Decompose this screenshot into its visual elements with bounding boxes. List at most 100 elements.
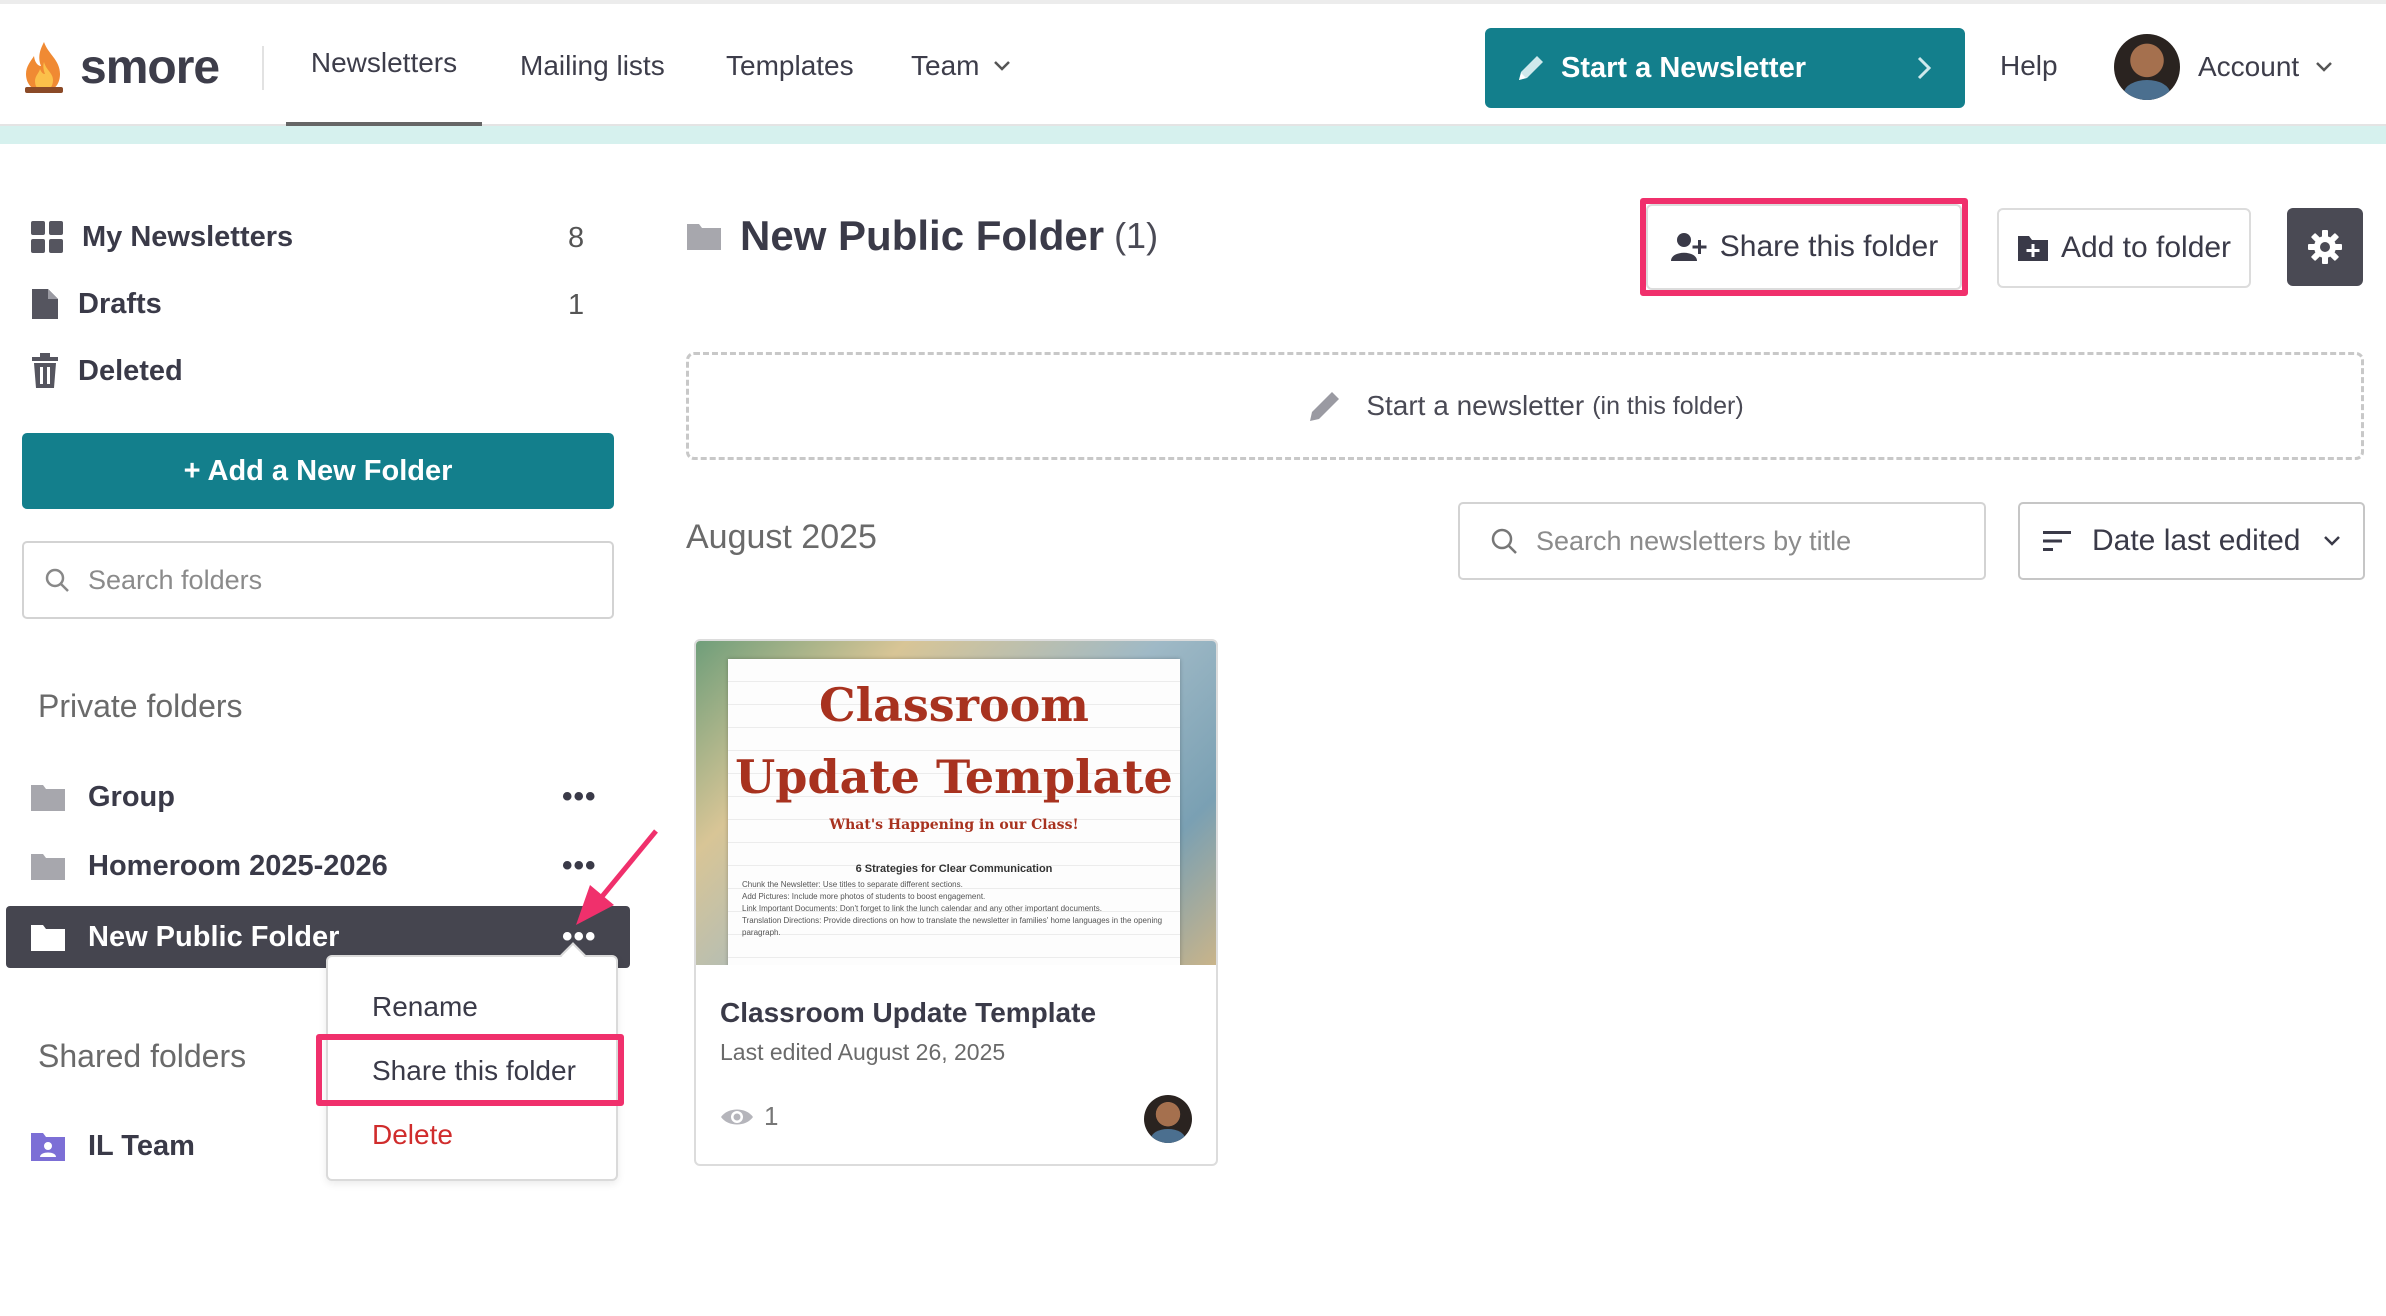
start-in-folder-label: Start a newsletter <box>1366 390 1585 421</box>
sort-dropdown[interactable]: Date last edited <box>2018 502 2365 580</box>
sidebar-item-label: My Newsletters <box>82 220 294 253</box>
newsletter-count: 8 <box>568 222 585 254</box>
sort-icon <box>2043 531 2071 551</box>
thumbnail-tagline: What's Happening in our Class! <box>829 817 1079 833</box>
add-to-folder-label: Add to folder <box>2060 231 2232 264</box>
folder-icon <box>687 224 721 250</box>
sidebar-item-label: Drafts <box>78 287 162 320</box>
sidebar-item-deleted[interactable]: Deleted <box>30 346 183 396</box>
search-newsletters-field[interactable] <box>1458 502 1986 580</box>
folder-icon <box>31 854 65 880</box>
chevron-right-icon <box>1917 56 1932 80</box>
shared-folders-heading: Shared folders <box>38 1038 247 1074</box>
card-views: 1 <box>720 1101 778 1132</box>
month-heading: August 2025 <box>686 518 877 556</box>
folder-label: Homeroom 2025-2026 <box>88 849 388 882</box>
nav-mailing-lists[interactable]: Mailing lists <box>520 4 665 128</box>
menu-item-share-folder[interactable]: Share this folder <box>372 1055 576 1087</box>
folder-label: IL Team <box>88 1129 195 1162</box>
folder-icon <box>31 785 65 811</box>
header-accent-strip <box>0 126 2386 144</box>
document-icon <box>32 289 58 319</box>
thumbnail-title-line2: Update Template <box>735 750 1173 804</box>
search-newsletters-input[interactable] <box>1536 525 1976 557</box>
folder-settings-button[interactable] <box>2287 208 2363 286</box>
nav-divider <box>262 46 264 90</box>
newsletter-thumbnail: Classroom Update Template What's Happeni… <box>696 641 1216 965</box>
pencil-icon <box>1519 56 1543 80</box>
add-to-folder-button[interactable]: Add to folder <box>1997 208 2251 288</box>
share-folder-button[interactable]: Share this folder <box>1646 204 1962 290</box>
nav-label: Templates <box>726 50 854 81</box>
thumbnail-heading: 6 Strategies for Clear Communication <box>855 863 1053 875</box>
flame-icon <box>25 42 63 93</box>
thumbnail-body: Chunk the Newsletter: Use titles to sepa… <box>728 875 1180 943</box>
drafts-count: 1 <box>568 289 585 321</box>
thumbnail-page: Classroom Update Template What's Happeni… <box>728 659 1180 965</box>
nav-label: Newsletters <box>310 47 458 78</box>
menu-item-rename[interactable]: Rename <box>372 991 478 1023</box>
folder-more-button[interactable]: ••• <box>562 849 597 883</box>
search-folders-input[interactable] <box>88 564 548 596</box>
nav-templates[interactable]: Templates <box>726 4 854 128</box>
thumbnail-line: Chunk the Newsletter: Use titles to sepa… <box>742 880 963 889</box>
smore-logo[interactable]: smore <box>22 38 220 96</box>
newsletter-card[interactable]: Classroom Update Template What's Happeni… <box>694 639 1218 1166</box>
folder-plus-icon <box>2017 236 2048 261</box>
view-count: 1 <box>764 1101 779 1131</box>
sidebar-item-drafts[interactable]: Drafts <box>30 279 162 329</box>
pencil-icon <box>1310 392 1340 421</box>
start-in-folder-sub: (in this folder) <box>1592 391 1744 420</box>
add-person-icon <box>1670 233 1707 261</box>
thumbnail-line: Add Pictures: Include more photos of stu… <box>742 892 986 901</box>
avatar <box>2114 34 2180 100</box>
sidebar-item-label: Deleted <box>78 354 183 387</box>
add-new-folder-button[interactable]: + Add a New Folder <box>22 433 614 509</box>
thumbnail-title-line1: Classroom <box>819 678 1089 732</box>
search-folders-field[interactable] <box>22 541 614 619</box>
menu-item-delete[interactable]: Delete <box>372 1119 453 1151</box>
start-newsletter-button[interactable]: Start a Newsletter <box>1485 28 1965 108</box>
eye-icon <box>721 1109 753 1124</box>
chevron-down-icon <box>994 61 1011 71</box>
trash-icon <box>32 353 58 388</box>
sort-label: Date last edited <box>2092 524 2301 557</box>
chevron-down-icon <box>2324 536 2340 546</box>
nav-team[interactable]: Team <box>911 4 1011 128</box>
folder-item-count: (1) <box>1114 215 1159 256</box>
add-folder-label: + Add a New Folder <box>183 454 453 487</box>
folder-label: Group <box>88 780 175 813</box>
page-title: New Public Folder <box>740 212 1105 259</box>
brand-name: smore <box>80 40 220 94</box>
folder-more-button[interactable]: ••• <box>562 780 597 814</box>
search-icon <box>45 568 69 592</box>
folder-icon <box>31 925 65 951</box>
author-avatar <box>1144 1095 1192 1143</box>
thumbnail-line: Link Important Documents: Don't forget t… <box>742 904 1102 913</box>
search-icon <box>1491 528 1517 554</box>
private-folders-heading: Private folders <box>38 688 243 724</box>
help-link[interactable]: Help <box>2000 4 2058 128</box>
folder-context-menu: Rename Share this folder Delete <box>326 955 618 1181</box>
card-title: Classroom Update Template <box>720 997 1097 1028</box>
folder-item-group[interactable]: Group <box>30 766 630 828</box>
start-newsletter-label: Start a Newsletter <box>1561 51 1806 84</box>
help-label: Help <box>2000 50 2058 81</box>
nav-label: Team <box>911 50 980 81</box>
grid-icon <box>31 221 63 253</box>
share-folder-label: Share this folder <box>1719 230 1939 263</box>
sidebar-item-my-newsletters[interactable]: My Newsletters <box>30 212 293 262</box>
account-menu[interactable]: Account <box>2114 32 2333 102</box>
account-label: Account <box>2198 51 2300 82</box>
nav-newsletters[interactable]: Newsletters <box>286 4 482 128</box>
gear-icon <box>2308 230 2342 264</box>
chevron-down-icon <box>2316 62 2333 72</box>
nav-label: Mailing lists <box>520 50 665 81</box>
card-last-edited: Last edited August 26, 2025 <box>720 1039 1006 1065</box>
folder-header: New Public Folder (1) <box>686 206 1158 266</box>
folder-item-homeroom[interactable]: Homeroom 2025-2026 <box>30 835 630 897</box>
shared-folder-icon <box>31 1133 65 1161</box>
folder-label: New Public Folder <box>88 920 340 953</box>
thumbnail-line: Translation Directions: Provide directio… <box>742 916 1163 937</box>
start-newsletter-in-folder[interactable]: Start a newsletter (in this folder) <box>686 352 2364 460</box>
